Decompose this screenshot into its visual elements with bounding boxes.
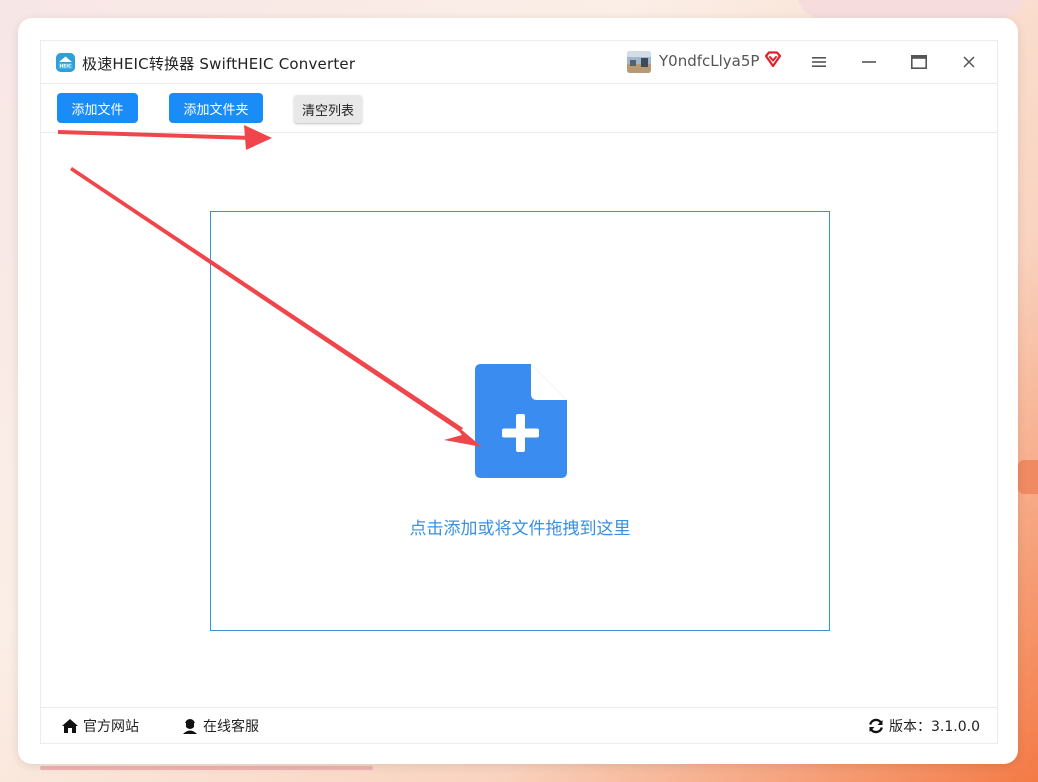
app-title: 极速HEIC转换器 SwiftHEIC Converter: [82, 55, 356, 73]
background-decoration: [1018, 460, 1038, 494]
refresh-icon: [869, 718, 883, 734]
online-support-label: 在线客服: [203, 719, 259, 735]
menu-icon[interactable]: [807, 50, 831, 74]
app-logo: HEIC: [56, 53, 75, 72]
version-label: 版本：3.1.0.0: [889, 719, 980, 735]
app-frame: HEIC 极速HEIC转换器 SwiftHEIC Converter Y0ndf…: [40, 40, 998, 744]
close-icon[interactable]: [957, 50, 981, 74]
file-drop-zone[interactable]: 点击添加或将文件拖拽到这里: [210, 211, 830, 631]
toolbar: 添加文件 添加文件夹 清空列表: [41, 84, 997, 133]
footer-bar: 官方网站 在线客服 版本：3.1.0.0: [41, 707, 997, 744]
official-website-link[interactable]: 官方网站: [61, 716, 139, 736]
clear-list-button[interactable]: 清空列表: [294, 95, 362, 123]
version-info[interactable]: 版本：3.1.0.0: [867, 716, 980, 736]
title-bar: HEIC 极速HEIC转换器 SwiftHEIC Converter Y0ndf…: [41, 41, 997, 84]
add-file-button[interactable]: 添加文件: [57, 93, 138, 123]
vip-diamond-icon[interactable]: [763, 50, 783, 70]
add-folder-button[interactable]: 添加文件夹: [169, 93, 263, 123]
username[interactable]: Y0ndfcLlya5P: [659, 52, 759, 70]
background-decoration: [796, 0, 1026, 20]
official-website-label: 官方网站: [83, 719, 139, 735]
online-support-link[interactable]: 在线客服: [181, 716, 259, 736]
home-icon: [62, 719, 78, 733]
avatar[interactable]: [627, 51, 651, 73]
file-add-icon[interactable]: [475, 364, 567, 480]
maximize-icon[interactable]: [907, 50, 931, 74]
app-window: HEIC 极速HEIC转换器 SwiftHEIC Converter Y0ndf…: [18, 18, 1018, 764]
minimize-icon[interactable]: [857, 50, 881, 74]
background-decoration: [40, 766, 373, 770]
support-agent-icon: [183, 719, 197, 734]
app-logo-text: HEIC: [59, 64, 72, 70]
drop-zone-prompt[interactable]: 点击添加或将文件拖拽到这里: [211, 514, 829, 539]
